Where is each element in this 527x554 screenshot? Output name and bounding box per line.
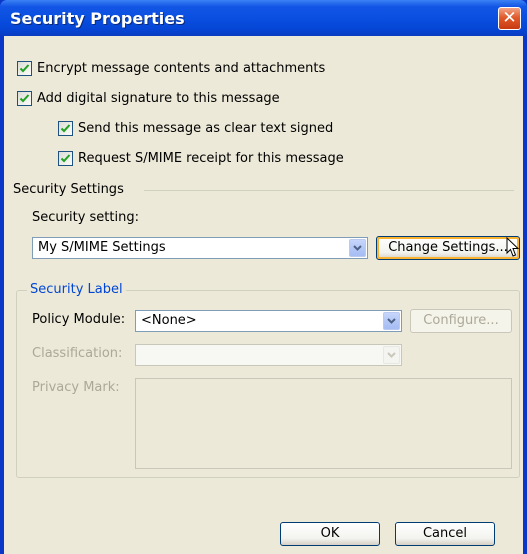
checkmark-icon <box>19 93 30 102</box>
dropdown-arrow-icon[interactable] <box>349 239 366 257</box>
encrypt-label: Encrypt message contents and attachments <box>37 60 326 76</box>
signature-checkbox-row[interactable]: Add digital signature to this message <box>17 88 280 108</box>
signature-label: Add digital signature to this message <box>37 90 280 106</box>
checkmark-icon <box>60 123 71 132</box>
policy-module-label: Policy Module: <box>32 312 126 327</box>
security-setting-dropdown[interactable]: My S/MIME Settings <box>32 237 368 259</box>
receipt-checkbox-row[interactable]: Request S/MIME receipt for this message <box>58 148 344 168</box>
dropdown-arrow-icon[interactable] <box>383 346 400 364</box>
security-label-legend: Security Label <box>27 282 126 297</box>
clear-text-checkbox-row[interactable]: Send this message as clear text signed <box>58 118 333 138</box>
dialog-window: Security Properties ✕ Encrypt message co… <box>0 0 527 554</box>
checkmark-icon <box>60 153 71 162</box>
clear-text-label: Send this message as clear text signed <box>78 120 334 136</box>
configure-button[interactable]: Configure... <box>410 309 512 333</box>
mouse-cursor-icon <box>506 237 520 257</box>
window-title: Security Properties <box>10 9 185 28</box>
receipt-checkbox[interactable] <box>58 150 73 166</box>
change-settings-button[interactable]: Change Settings... <box>376 236 520 260</box>
separator <box>144 190 514 191</box>
privacy-mark-label: Privacy Mark: <box>32 380 120 395</box>
ok-button[interactable]: OK <box>280 522 380 546</box>
close-icon: ✕ <box>502 8 517 28</box>
security-settings-heading: Security Settings <box>13 182 124 197</box>
cancel-button[interactable]: Cancel <box>395 522 495 546</box>
checkmark-icon <box>19 63 30 72</box>
dialog-body: Encrypt message contents and attachments… <box>4 36 523 554</box>
dropdown-arrow-icon[interactable] <box>383 312 400 330</box>
classification-label: Classification: <box>32 346 123 361</box>
privacy-mark-field[interactable] <box>135 378 512 469</box>
encrypt-checkbox-row[interactable]: Encrypt message contents and attachments <box>17 58 325 78</box>
encrypt-checkbox[interactable] <box>17 60 32 76</box>
signature-checkbox[interactable] <box>17 90 32 106</box>
policy-module-dropdown[interactable]: <None> <box>135 310 402 332</box>
security-setting-label: Security setting: <box>32 210 139 225</box>
title-bar[interactable]: Security Properties ✕ <box>0 0 527 36</box>
close-button[interactable]: ✕ <box>498 7 521 30</box>
receipt-label: Request S/MIME receipt for this message <box>78 150 344 166</box>
policy-module-value: <None> <box>141 313 197 328</box>
clear-text-checkbox[interactable] <box>58 120 73 136</box>
classification-dropdown[interactable] <box>135 344 402 366</box>
security-setting-value: My S/MIME Settings <box>38 240 166 255</box>
